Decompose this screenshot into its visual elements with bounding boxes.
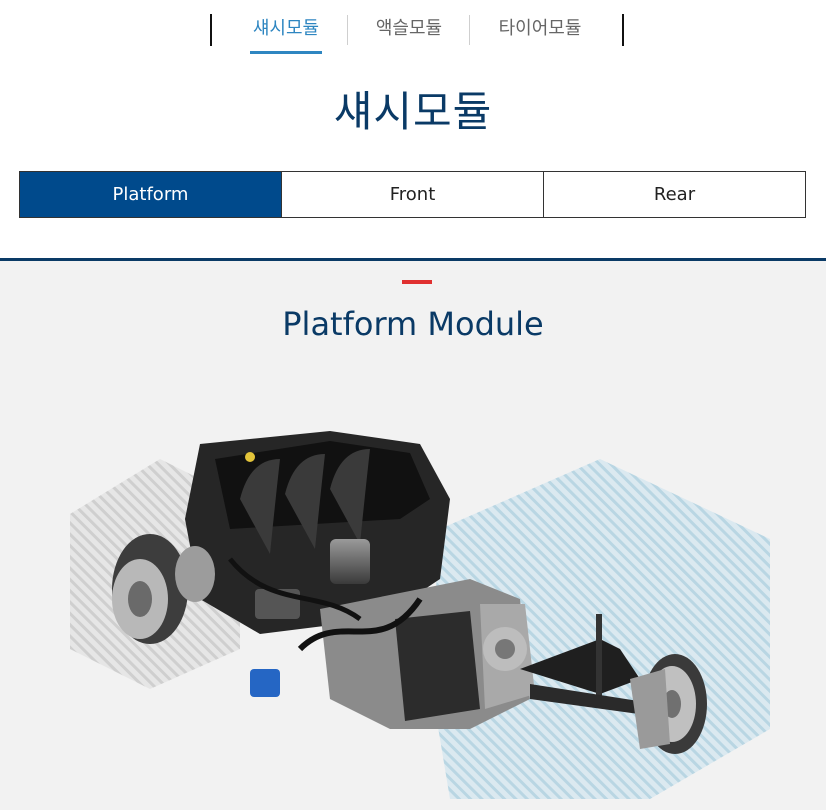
tab-divider	[469, 15, 470, 45]
module-content-panel: Platform Module	[0, 261, 826, 810]
module-segment-control: Platform Front Rear	[19, 171, 806, 218]
tab-tire-module[interactable]: 타이어모듈	[495, 16, 585, 42]
module-title: Platform Module	[282, 305, 544, 343]
nav-bracket-right	[622, 14, 624, 46]
platform-module-image	[70, 431, 770, 799]
tab-axle-module[interactable]: 액슬모듈	[373, 16, 445, 42]
nav-bracket-left	[210, 14, 212, 46]
title-accent-mark	[402, 280, 432, 284]
segment-platform[interactable]: Platform	[20, 172, 282, 217]
page-title: 섀시모듈	[333, 87, 493, 136]
segment-front[interactable]: Front	[282, 172, 544, 217]
tab-chassis-module[interactable]: 섀시모듈	[250, 16, 322, 54]
top-tab-nav: 섀시모듈 액슬모듈 타이어모듈	[0, 0, 826, 60]
tab-divider	[347, 15, 348, 45]
segment-rear[interactable]: Rear	[544, 172, 805, 217]
oil-filter	[250, 669, 280, 697]
